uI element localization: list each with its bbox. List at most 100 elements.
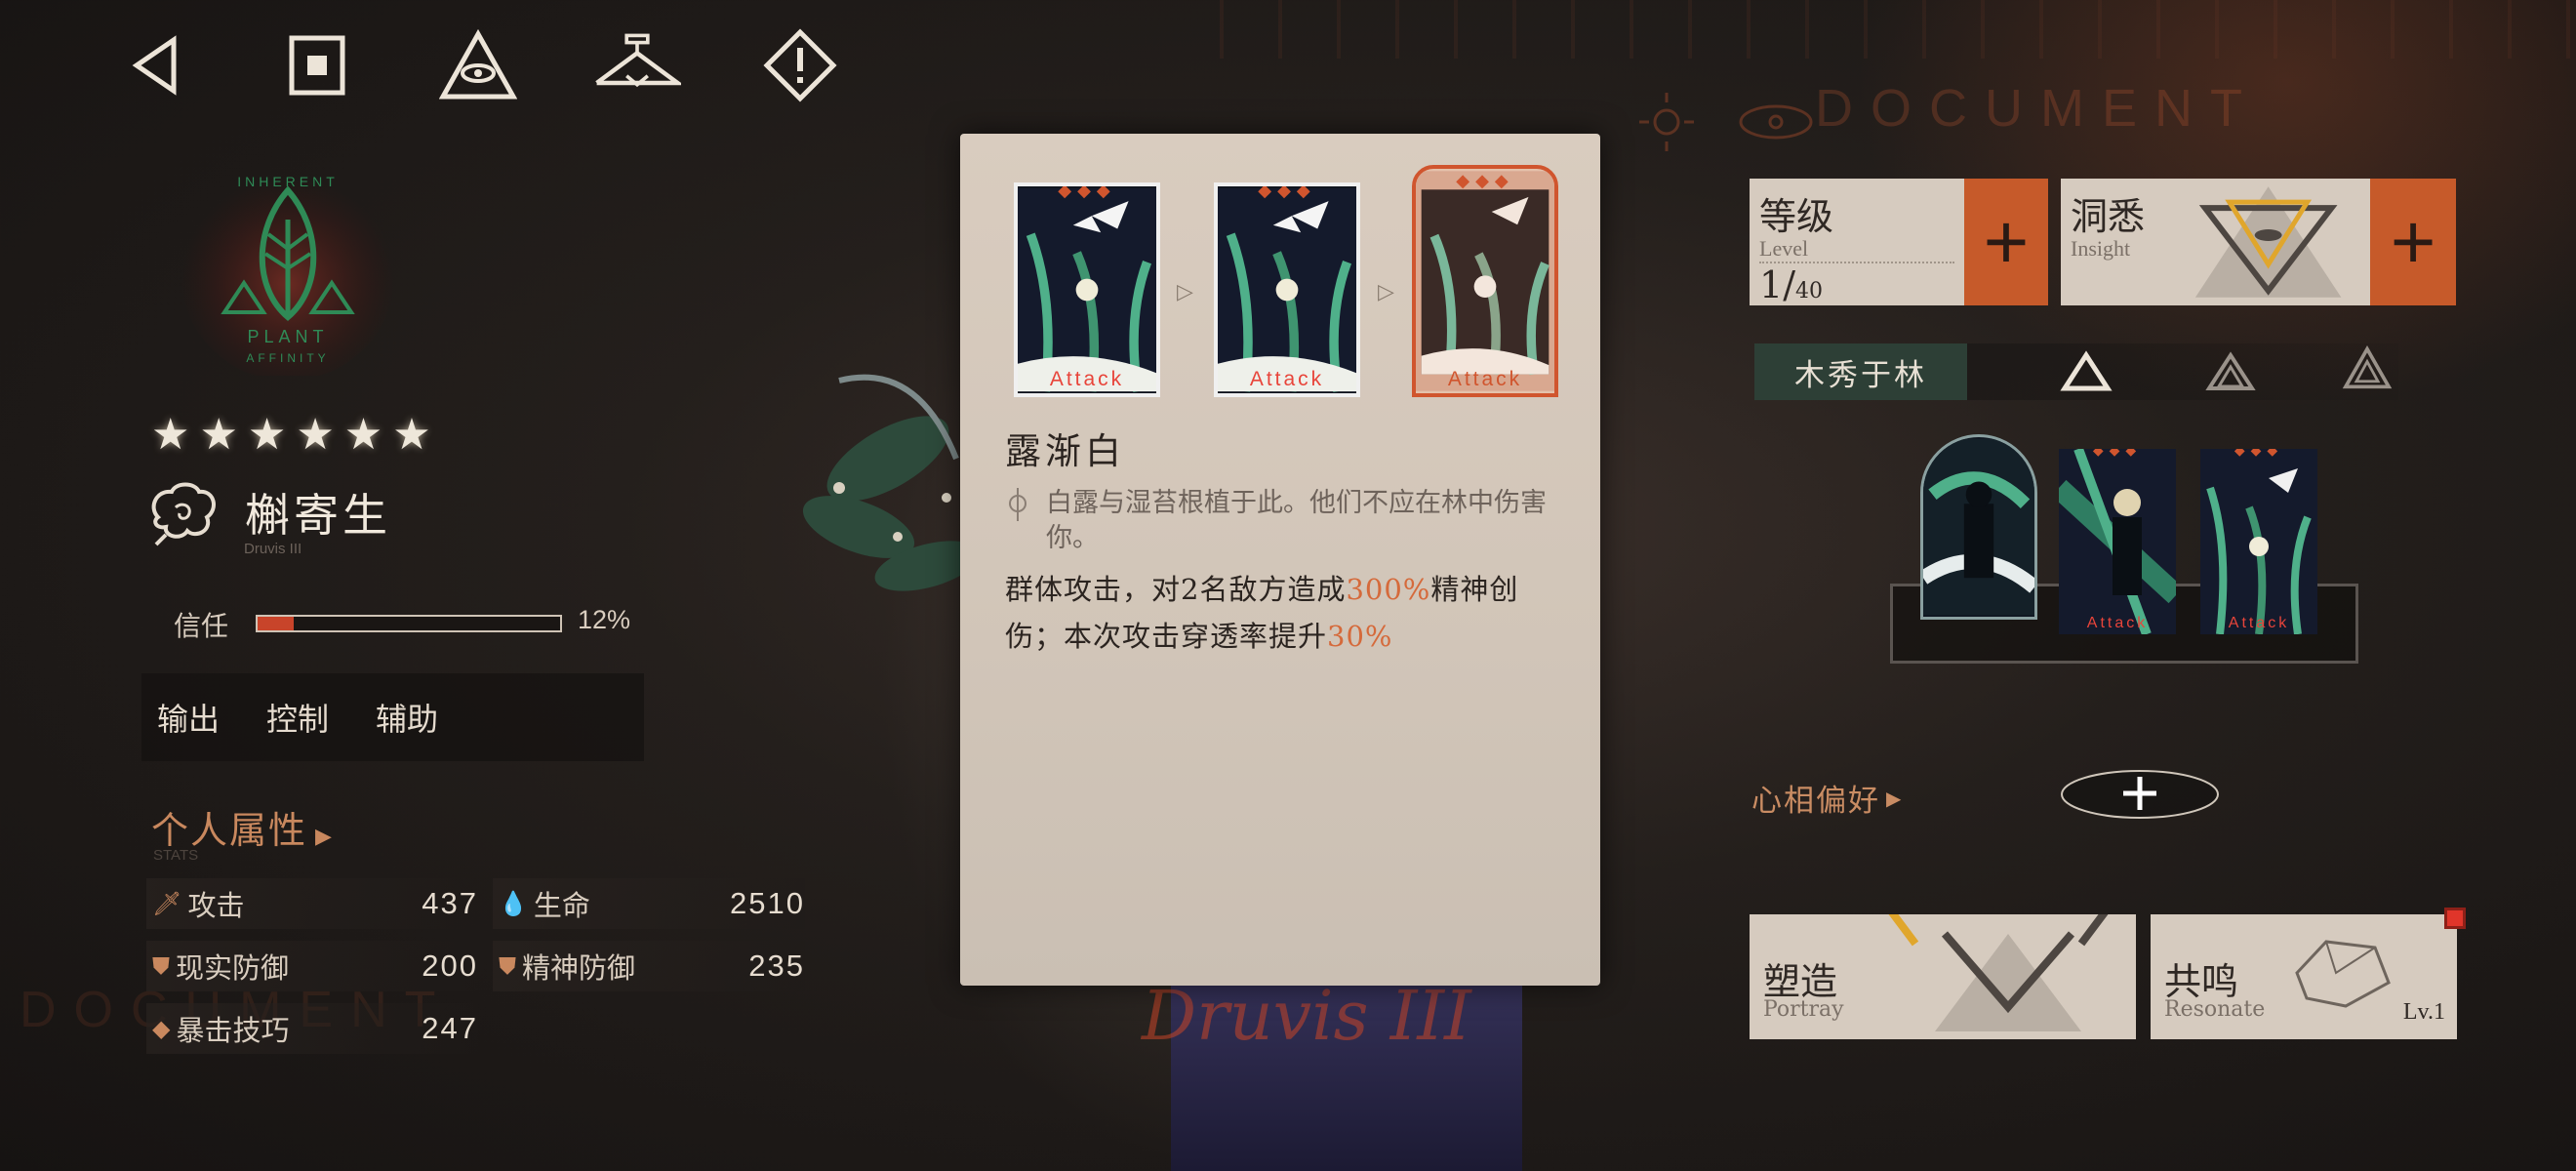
skill-name: 露渐白 <box>1005 430 1125 472</box>
card-rank: ◆◆◆ <box>1258 182 1316 201</box>
preference-button[interactable]: 心相偏好 ▶ <box>1751 776 1901 820</box>
drop-icon: 💧 <box>499 890 528 917</box>
emblem-ring-text: INHERENT <box>237 174 339 189</box>
info-button[interactable] <box>756 21 844 109</box>
triangle-tier-1-icon[interactable] <box>2059 349 2113 394</box>
resonate-title-en: Resonate <box>2164 997 2266 1022</box>
insight-title: 洞悉 <box>2071 195 2146 238</box>
skill-card-2-art <box>2059 449 2176 634</box>
info-diamond-icon <box>763 28 837 102</box>
wardrobe-button[interactable] <box>593 21 681 109</box>
card-caption: Attack <box>1049 368 1125 390</box>
eye-button[interactable] <box>434 21 522 109</box>
card-caption: Attack <box>2228 615 2290 631</box>
stat-label: 攻击 <box>187 889 245 922</box>
stat-attack: 🗡 攻击 437 <box>146 878 478 929</box>
trust-label: 信任 <box>174 610 229 642</box>
card-rank: ◆◆◆ <box>2092 449 2143 459</box>
skill-card-art <box>1218 187 1356 392</box>
shield-icon: ⛊ <box>499 952 516 980</box>
stats-title: 个人属性 <box>151 809 308 852</box>
back-icon <box>132 35 177 96</box>
stats-title-button[interactable]: 个人属性 ▶ <box>151 800 334 854</box>
card-rank: ◆◆◆ <box>1456 171 1514 191</box>
insight-triangle-icon <box>2194 186 2342 298</box>
stat-label: 精神防御 <box>522 951 636 985</box>
rarity-stars: ★★★★★★ <box>151 410 441 460</box>
portray-triangle-icon <box>1888 914 2109 1031</box>
resonate-button[interactable]: 共鸣 Resonate Lv.1 <box>2151 914 2457 1039</box>
skill-card-2[interactable]: ◆◆◆ Attack <box>2059 449 2176 634</box>
card-caption: Attack <box>2086 615 2149 631</box>
level-title: 等级 <box>1759 195 1834 238</box>
insight-up-button[interactable]: + <box>2370 179 2456 305</box>
level-title-en: Level <box>1759 236 1809 261</box>
plant-afflatus-emblem: INHERENT PLANT AFFINITY <box>181 166 395 376</box>
stats-subtitle: STATS <box>153 847 199 864</box>
portray-button[interactable]: 塑造 Portray <box>1750 914 2136 1039</box>
tag-support: 辅助 <box>376 701 439 738</box>
character-name-en: Druvis III <box>244 541 302 557</box>
level-current: 1 <box>1759 263 1784 306</box>
chevron-right-icon: ▶ <box>315 825 334 849</box>
skill-card-art <box>1018 187 1156 392</box>
stat-label: 现实防御 <box>176 951 290 985</box>
character-name: 槲寄生 <box>245 489 391 542</box>
insight-panel: 洞悉 Insight + <box>2061 179 2456 305</box>
stat-mental-def: ⛊ 精神防御 235 <box>493 941 805 991</box>
skill-card-tier-2[interactable]: ◆◆◆ Attack <box>1214 182 1360 397</box>
card-rank: ◆◆◆ <box>2234 449 2284 459</box>
notification-dot <box>2444 908 2466 929</box>
shield-icon: ⛊ <box>152 952 170 980</box>
stat-value: 2510 <box>730 886 805 920</box>
level-max: 40 <box>1795 279 1823 303</box>
chevron-right-icon: ▶ <box>1886 786 1902 810</box>
emblem-type-text: PLANT <box>247 327 328 346</box>
stat-crit: ◆ 暴击技巧 247 <box>146 1003 478 1054</box>
skill-card-tier-3-selected[interactable]: ◆◆◆ Attack <box>1412 165 1558 397</box>
stat-label: 暴击技巧 <box>176 1014 290 1047</box>
stat-value: 235 <box>748 949 805 983</box>
character-name-row: 槲寄生 <box>146 478 391 546</box>
diamond-icon: ◆ <box>152 1015 171 1042</box>
trust-percent: 12% <box>578 605 631 634</box>
triangle-tier-3-icon[interactable] <box>2340 345 2395 390</box>
level-value: 1/40 <box>1759 262 1954 306</box>
home-icon <box>289 35 345 96</box>
stat-value: 247 <box>422 1011 478 1045</box>
portray-title-en: Portray <box>1763 997 1844 1022</box>
level-up-button[interactable]: + <box>1964 179 2048 305</box>
back-button[interactable] <box>112 21 200 109</box>
character-signature: Druvis III <box>1142 976 1471 1056</box>
stat-reality-def: ⛊ 现实防御 200 <box>146 941 478 991</box>
tag-output: 输出 <box>157 701 221 738</box>
desc-highlight: 300% <box>1346 573 1431 606</box>
card-caption: Attack <box>1447 368 1523 390</box>
skill-card-3[interactable]: ◆◆◆ Attack <box>2200 449 2317 634</box>
desc-text: 群体攻击，对2名敌方造成 <box>1005 573 1347 606</box>
skill-card-tier-1[interactable]: ◆◆◆ Attack <box>1014 182 1160 397</box>
resonate-level: Lv.1 <box>2402 999 2445 1025</box>
trust-bar <box>256 615 562 632</box>
tag-control: 控制 <box>266 701 330 738</box>
stat-value: 437 <box>422 886 478 920</box>
stat-hp: 💧 生命 2510 <box>493 878 805 929</box>
skill-description: 群体攻击，对2名敌方造成300%精神创伤；本次攻击穿透率提升30% <box>1005 566 1566 660</box>
home-button[interactable] <box>273 21 361 109</box>
hanger-icon <box>595 33 681 88</box>
preference-add-icon[interactable] <box>2057 761 2223 822</box>
skill-card-3-art <box>2200 449 2317 634</box>
preference-label: 心相偏好 <box>1751 784 1880 819</box>
arrow-right-icon: ▷ <box>1378 280 1394 304</box>
background-sun-eye-icon <box>1639 93 1813 151</box>
level-panel: 等级 Level 1/40 + <box>1750 179 2048 306</box>
card-rank: ◆◆◆ <box>1058 182 1116 201</box>
resonate-polyhedron-icon <box>2295 940 2391 1008</box>
dagger-icon: 🗡 <box>152 890 182 917</box>
skill-card-art <box>1416 171 1554 391</box>
ultimate-card[interactable] <box>1920 434 2037 620</box>
triangle-tier-2-icon[interactable] <box>2203 349 2258 394</box>
card-caption: Attack <box>1249 368 1325 390</box>
background-stripes <box>1220 0 2576 59</box>
tree-name[interactable]: 木秀于林 <box>1754 343 1967 400</box>
